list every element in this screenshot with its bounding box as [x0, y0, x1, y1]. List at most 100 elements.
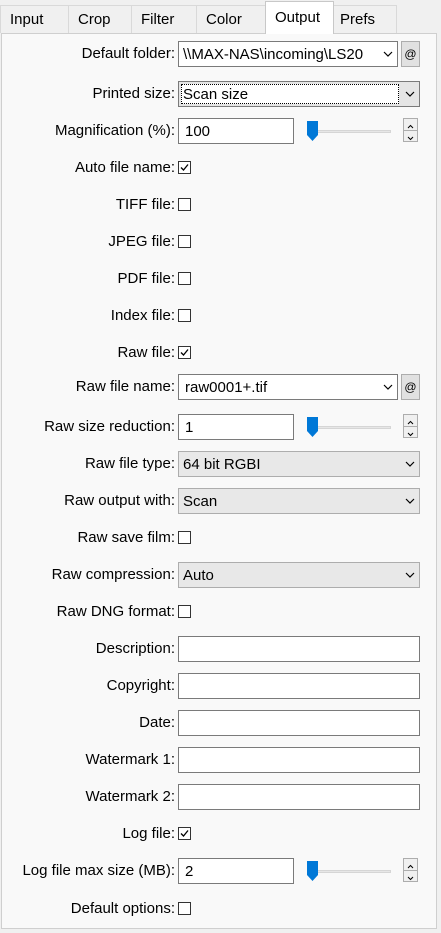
chevron-down-icon: [407, 876, 414, 881]
chevron-down-icon: [383, 384, 393, 390]
row-copyright: Copyright:: [0, 673, 441, 699]
tiff-file-label: TIFF file:: [115, 196, 175, 213]
row-magnification: Magnification (%): 100: [0, 118, 441, 144]
row-watermark-2: Watermark 2:: [0, 784, 441, 810]
raw-compression-combo[interactable]: Auto: [178, 562, 420, 588]
log-file-max-size-spinner[interactable]: [403, 858, 418, 882]
printed-size-label: Printed size:: [92, 85, 175, 102]
tab-filter-label: Filter: [141, 11, 175, 28]
magnification-spinner[interactable]: [403, 118, 418, 142]
raw-size-reduction-slider[interactable]: [305, 414, 393, 440]
row-default-options: Default options:: [0, 896, 441, 922]
tab-input[interactable]: Input: [0, 5, 69, 33]
tab-output-label: Output: [275, 9, 321, 26]
row-raw-file: Raw file:: [0, 340, 441, 366]
row-raw-output-with: Raw output with: Scan: [0, 488, 441, 514]
raw-size-reduction-input[interactable]: 1: [178, 414, 294, 440]
description-input[interactable]: [178, 636, 420, 662]
row-raw-file-name: Raw file name: raw0001+.tif @: [0, 374, 441, 400]
row-pdf-file: PDF file:: [0, 266, 441, 292]
magnification-slider[interactable]: [305, 118, 393, 144]
spin-down-button[interactable]: [404, 130, 417, 141]
spin-down-button[interactable]: [404, 870, 417, 881]
row-auto-file-name: Auto file name:: [0, 155, 441, 181]
tab-color[interactable]: Color: [196, 5, 266, 33]
printed-size-combo[interactable]: Scan size: [178, 81, 420, 107]
check-icon: [180, 349, 189, 356]
tiff-file-checkbox[interactable]: [178, 198, 191, 211]
raw-file-name-at-button[interactable]: @: [401, 374, 420, 400]
watermark-1-input[interactable]: [178, 747, 420, 773]
index-file-label: Index file:: [110, 307, 175, 324]
raw-save-film-checkbox[interactable]: [178, 531, 191, 544]
row-raw-size-reduction: Raw size reduction: 1: [0, 414, 441, 440]
tab-output[interactable]: Output: [265, 1, 334, 34]
tab-input-label: Input: [10, 11, 44, 28]
slider-thumb[interactable]: [307, 417, 318, 437]
row-raw-file-type: Raw file type: 64 bit RGBI: [0, 451, 441, 477]
slider-thumb[interactable]: [307, 121, 318, 141]
copyright-label: Copyright:: [106, 677, 175, 694]
raw-output-with-label: Raw output with:: [64, 492, 175, 509]
auto-file-name-checkbox[interactable]: [178, 161, 191, 174]
row-index-file: Index file:: [0, 303, 441, 329]
watermark-1-label: Watermark 1:: [85, 751, 175, 768]
default-folder-value: \\MAX-NAS\incoming\LS20: [183, 46, 364, 63]
chevron-down-icon: [405, 91, 415, 97]
date-label: Date:: [139, 714, 175, 731]
chevron-down-icon: [407, 136, 414, 141]
default-folder-combo[interactable]: \\MAX-NAS\incoming\LS20: [178, 41, 398, 67]
tab-crop[interactable]: Crop: [68, 5, 132, 33]
tab-filter[interactable]: Filter: [131, 5, 197, 33]
log-file-max-size-label: Log file max size (MB):: [22, 862, 175, 879]
raw-dng-format-checkbox[interactable]: [178, 605, 191, 618]
raw-dng-format-label: Raw DNG format:: [56, 603, 175, 620]
raw-file-checkbox[interactable]: [178, 346, 191, 359]
spin-down-button[interactable]: [404, 426, 417, 437]
watermark-2-input[interactable]: [178, 784, 420, 810]
row-raw-save-film: Raw save film:: [0, 525, 441, 551]
raw-file-type-value: 64 bit RGBI: [183, 456, 261, 473]
check-icon: [180, 830, 189, 837]
magnification-input[interactable]: 100: [178, 118, 294, 144]
watermark-2-label: Watermark 2:: [85, 788, 175, 805]
slider-track: [307, 130, 391, 133]
magnification-value: 100: [185, 123, 211, 140]
index-file-checkbox[interactable]: [178, 309, 191, 322]
log-file-checkbox[interactable]: [178, 827, 191, 840]
jpeg-file-checkbox[interactable]: [178, 235, 191, 248]
slider-track: [307, 426, 391, 429]
raw-output-with-value: Scan: [183, 493, 218, 510]
default-options-label: Default options:: [70, 900, 175, 917]
raw-file-name-combo[interactable]: raw0001+.tif: [178, 374, 398, 400]
raw-file-name-value: raw0001+.tif: [185, 379, 268, 396]
slider-thumb[interactable]: [307, 861, 318, 881]
chevron-down-icon: [405, 461, 415, 467]
raw-file-label: Raw file:: [117, 344, 175, 361]
tab-prefs[interactable]: Prefs: [333, 5, 397, 33]
default-folder-at-button[interactable]: @: [401, 41, 420, 67]
row-printed-size: Printed size: Scan size: [0, 81, 441, 107]
date-input[interactable]: [178, 710, 420, 736]
row-description: Description:: [0, 636, 441, 662]
copyright-input[interactable]: [178, 673, 420, 699]
log-file-max-size-input[interactable]: 2: [178, 858, 294, 884]
default-options-checkbox[interactable]: [178, 902, 191, 915]
printed-size-value: Scan size: [183, 86, 249, 103]
chevron-down-icon: [405, 572, 415, 578]
row-tiff-file: TIFF file:: [0, 192, 441, 218]
log-file-label: Log file:: [122, 825, 175, 842]
raw-save-film-label: Raw save film:: [77, 529, 175, 546]
chevron-down-icon: [405, 498, 415, 504]
raw-file-name-label: Raw file name:: [75, 378, 175, 395]
raw-file-type-label: Raw file type:: [84, 455, 175, 472]
raw-size-reduction-spinner[interactable]: [403, 414, 418, 438]
raw-size-reduction-label: Raw size reduction:: [44, 418, 175, 435]
raw-output-with-combo[interactable]: Scan: [178, 488, 420, 514]
magnification-label: Magnification (%):: [54, 122, 175, 139]
log-file-max-size-slider[interactable]: [305, 858, 393, 884]
pdf-file-checkbox[interactable]: [178, 272, 191, 285]
row-watermark-1: Watermark 1:: [0, 747, 441, 773]
pdf-file-label: PDF file:: [117, 270, 175, 287]
raw-file-type-combo[interactable]: 64 bit RGBI: [178, 451, 420, 477]
